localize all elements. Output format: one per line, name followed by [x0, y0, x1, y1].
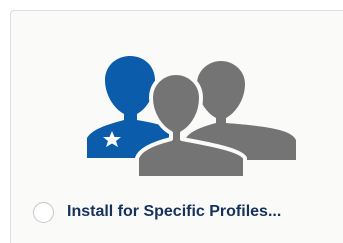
- install-option-label[interactable]: Install for Specific Profiles...: [67, 203, 281, 221]
- user-group-icon: [87, 56, 296, 178]
- install-option-row[interactable]: Install for Specific Profiles...: [33, 199, 281, 225]
- install-specific-profiles-radio[interactable]: [33, 201, 54, 223]
- install-option-card[interactable]: Install for Specific Profiles...: [10, 10, 343, 243]
